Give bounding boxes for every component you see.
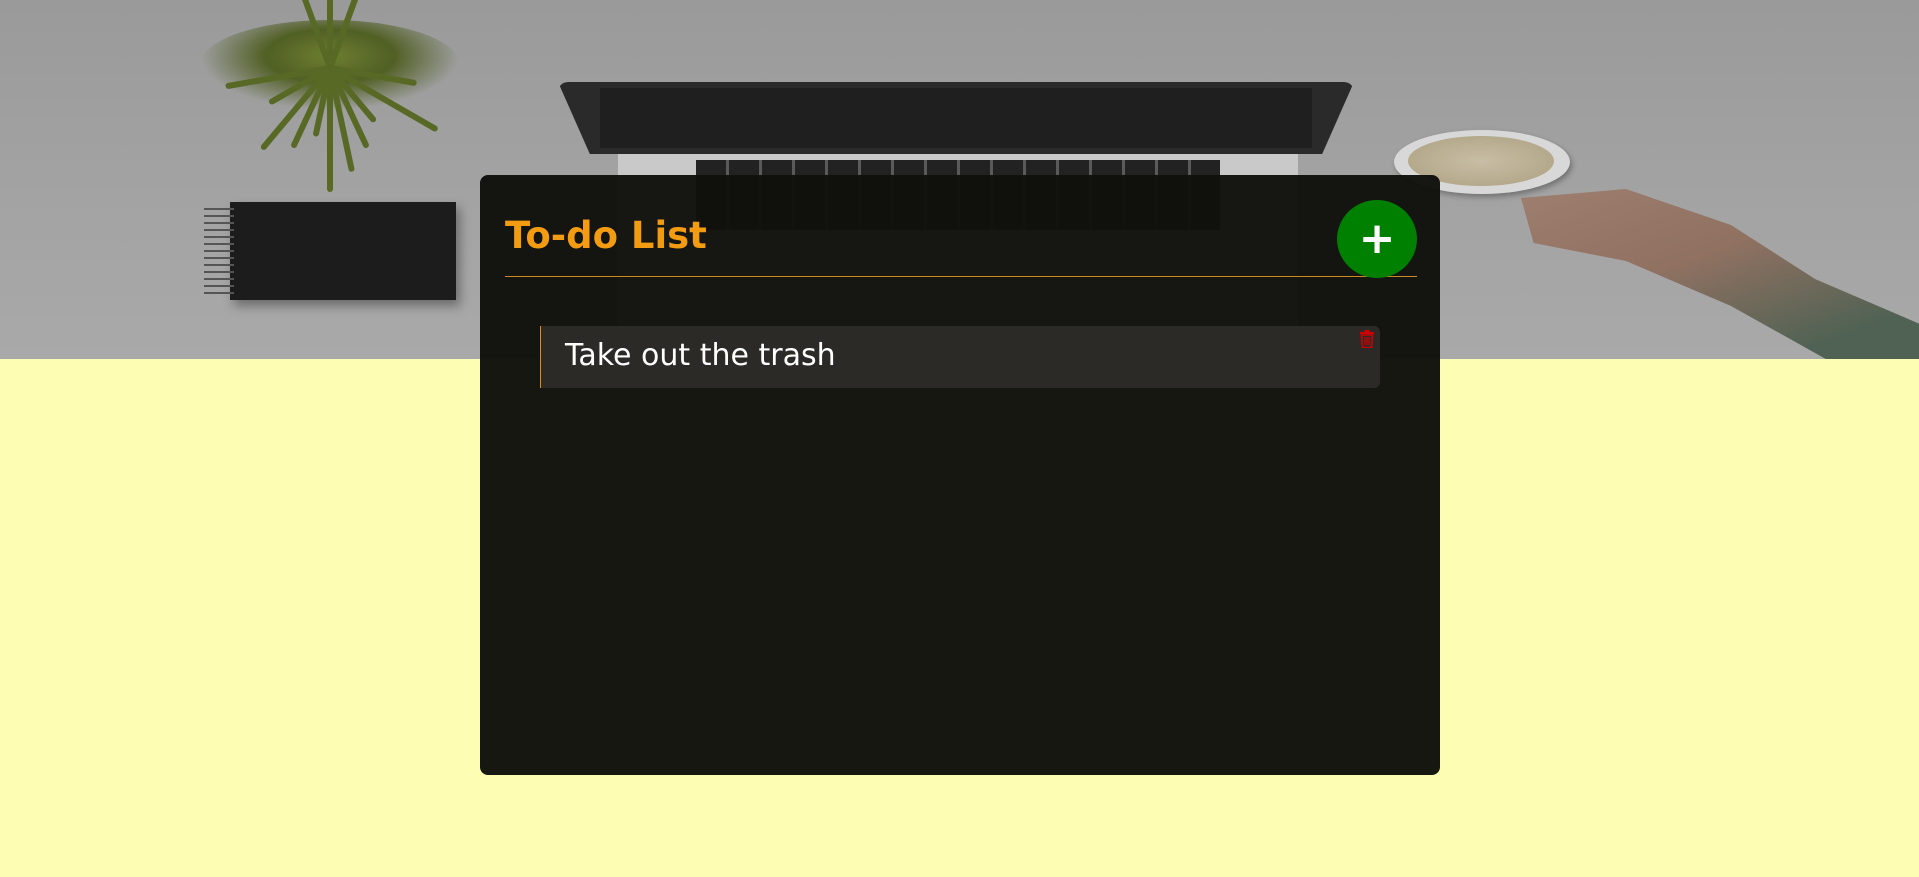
hand-decoration [1521, 189, 1919, 359]
todo-item-text: Take out the trash [565, 338, 836, 373]
plant-leaf [284, 0, 333, 70]
plant-leaf [327, 0, 370, 70]
todo-header: To-do List + [505, 200, 1417, 278]
notebook-spiral [204, 208, 234, 294]
delete-todo-button[interactable] [1356, 328, 1378, 352]
todo-panel: To-do List + Take out the trash [480, 175, 1440, 775]
plant-decoration [200, 0, 460, 192]
todo-list: Take out the trash [540, 326, 1380, 388]
page-title: To-do List [505, 214, 707, 257]
plus-icon: + [1358, 213, 1396, 264]
trash-icon [1360, 329, 1374, 348]
list-item[interactable]: Take out the trash [540, 326, 1380, 388]
notebook-decoration [204, 202, 456, 300]
add-todo-button[interactable]: + [1337, 200, 1417, 278]
laptop-screen-decoration [600, 88, 1312, 148]
